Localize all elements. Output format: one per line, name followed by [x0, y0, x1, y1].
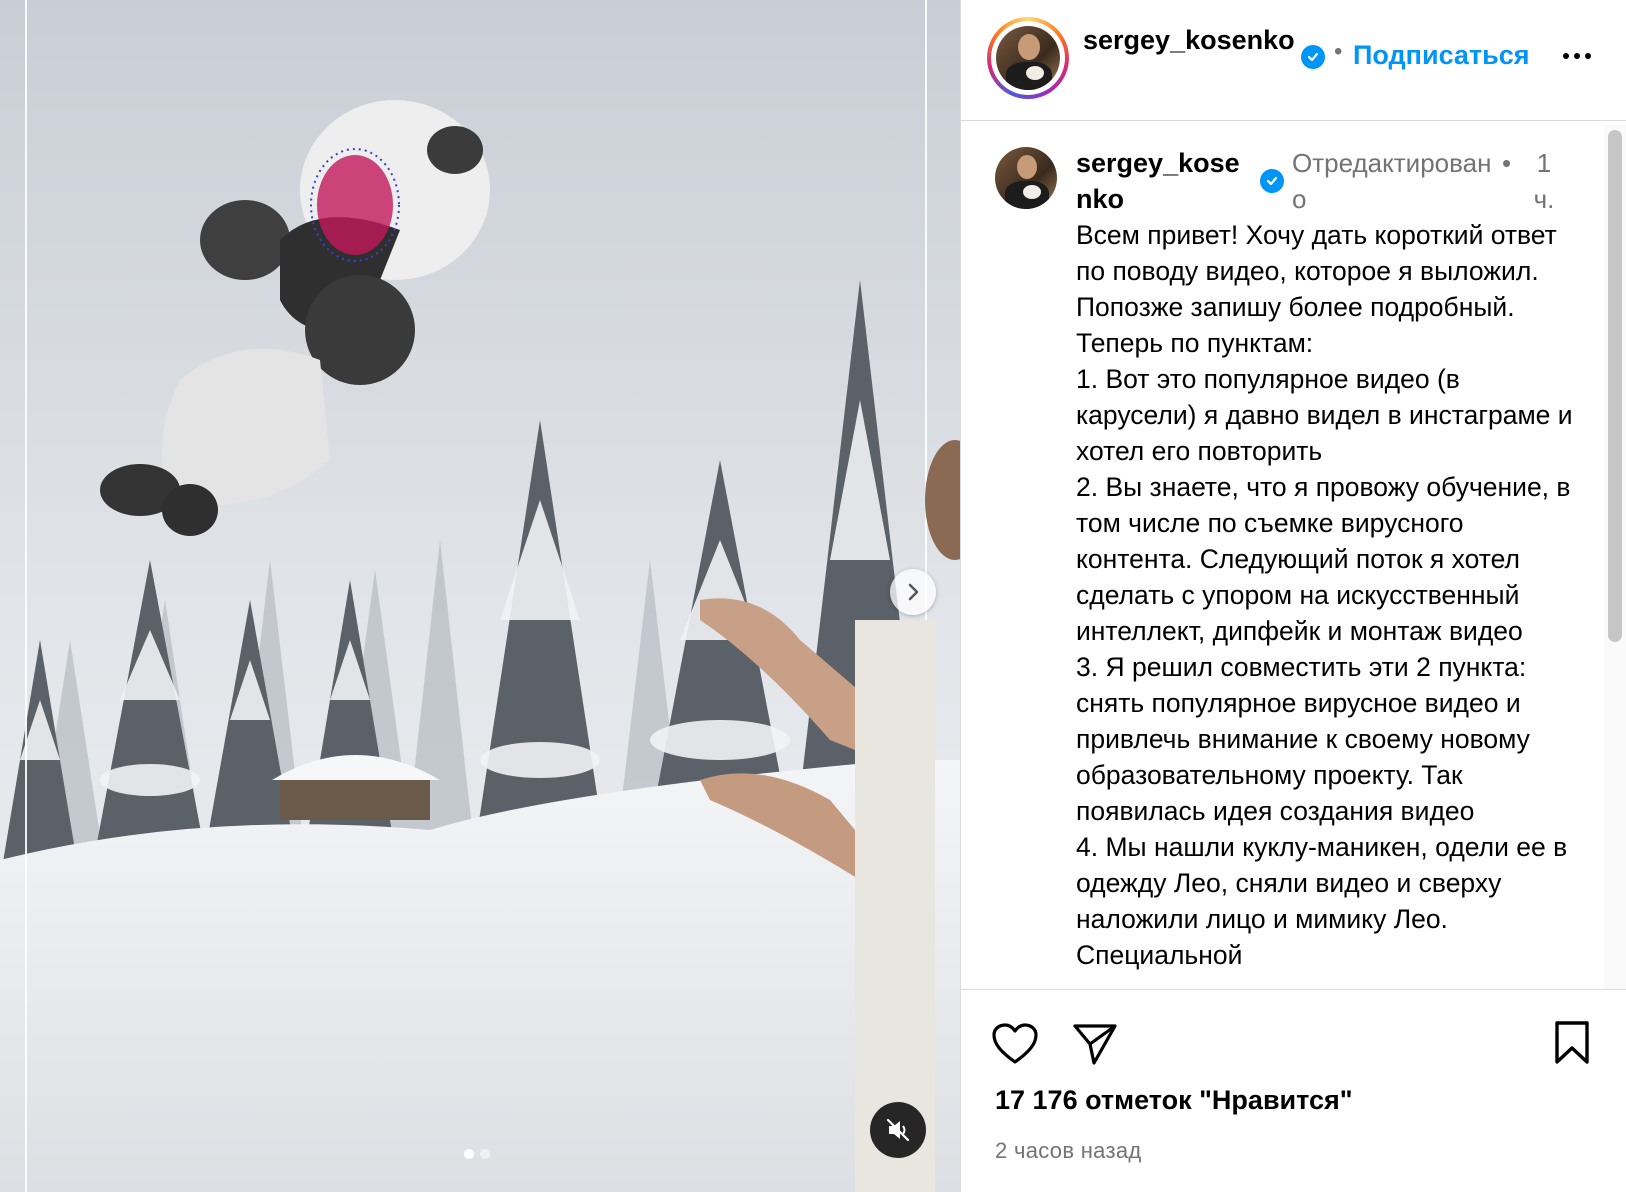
- speaker-muted-icon: [886, 1118, 910, 1142]
- author-story-ring[interactable]: [987, 17, 1069, 99]
- avatar[interactable]: [995, 147, 1057, 209]
- verified-badge-icon: [1301, 45, 1325, 69]
- more-options-icon[interactable]: [1557, 44, 1597, 68]
- scrollbar-thumb[interactable]: [1608, 130, 1622, 642]
- edited-label: Отредактировано: [1292, 148, 1492, 214]
- post-header: sergey_kosenko • Подписаться: [961, 0, 1626, 121]
- like-button[interactable]: [991, 1022, 1039, 1071]
- likes-count[interactable]: 17 176 отметок "Нравится": [995, 1085, 1353, 1116]
- chevron-right-icon: [908, 583, 919, 601]
- post-media[interactable]: [0, 0, 960, 1192]
- heart-icon: [992, 1023, 1038, 1064]
- caption-text: Всем привет! Хочу дать короткий ответ по…: [1076, 220, 1573, 970]
- avatar[interactable]: [996, 26, 1060, 90]
- next-slide-button[interactable]: [890, 569, 936, 615]
- send-icon: [1073, 1024, 1117, 1065]
- follow-button[interactable]: Подписаться: [1353, 40, 1530, 71]
- video-frame: [0, 0, 960, 1192]
- comment-separator: •: [1502, 148, 1512, 178]
- save-button[interactable]: [1553, 1020, 1591, 1071]
- header-separator: •: [1334, 38, 1343, 65]
- mute-button[interactable]: [870, 1102, 926, 1158]
- verified-badge-icon: [1260, 169, 1284, 193]
- carousel-dot-active: [464, 1149, 474, 1159]
- post-actions: 17 176 отметок "Нравится" 2 часов назад: [961, 989, 1626, 1192]
- carousel-indicator: [464, 1149, 490, 1159]
- post-details-panel: sergey_kosenko • Подписаться sergey_kose…: [960, 0, 1626, 1192]
- share-button[interactable]: [1072, 1022, 1118, 1071]
- post-timestamp[interactable]: 2 часов назад: [995, 1138, 1142, 1164]
- author-username[interactable]: sergey_kosenko: [1083, 22, 1295, 58]
- carousel-dot: [480, 1149, 490, 1159]
- comments-area[interactable]: sergey_kosenko Отредактировано • 1 ч. Вс…: [961, 121, 1626, 989]
- bookmark-icon: [1555, 1021, 1589, 1064]
- comment-username[interactable]: sergey_kosenko: [1076, 145, 1248, 217]
- comment-time[interactable]: 1 ч.: [1529, 145, 1559, 217]
